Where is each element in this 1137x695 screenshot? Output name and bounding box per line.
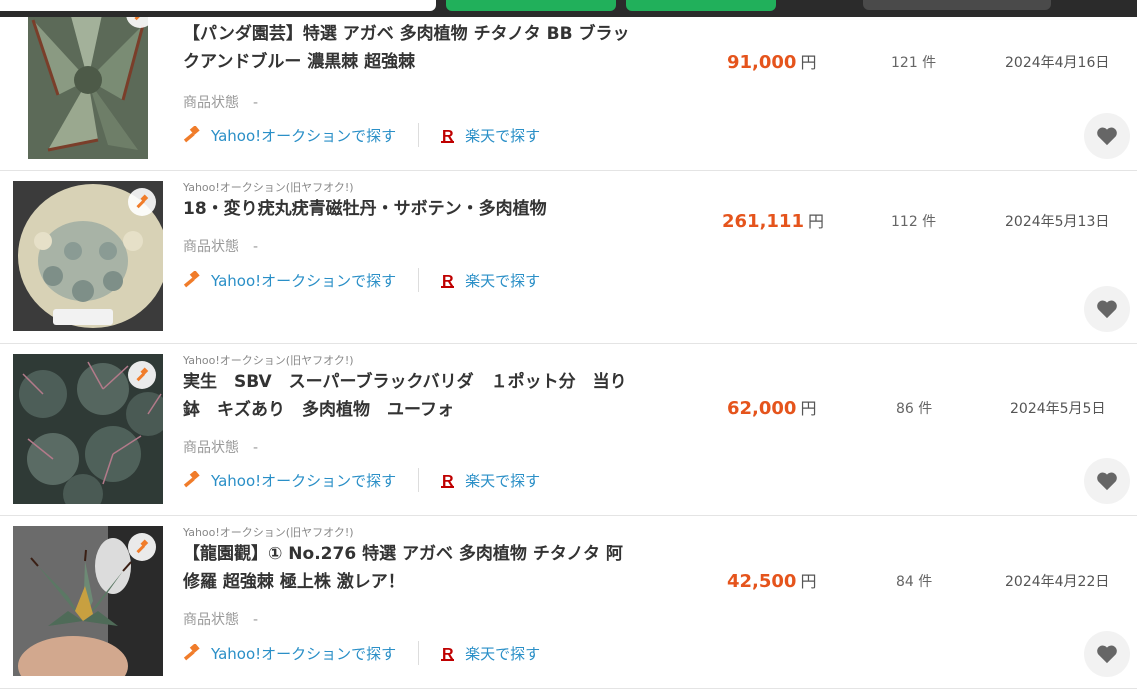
search-results-page: 【パンダ園芸】特選 アガベ 多肉植物 チタノタ BB ブラッ クアンドブルー 濃…	[0, 0, 1137, 695]
search-input[interactable]	[0, 0, 436, 11]
search-links: Yahoo!オークションで探す R 楽天で探す	[183, 123, 540, 147]
header-green-button-2[interactable]	[626, 0, 776, 11]
rakuten-search-link[interactable]: R 楽天で探す	[439, 470, 540, 491]
result-count: 121 件	[891, 55, 937, 71]
listing-date: 2024年5月13日	[1005, 214, 1110, 230]
link-divider	[418, 468, 420, 492]
rakuten-search-link[interactable]: R 楽天で探す	[439, 270, 540, 291]
link-divider	[418, 641, 420, 665]
favorite-button[interactable]	[1084, 458, 1130, 504]
result-count: 112 件	[891, 214, 937, 230]
product-title[interactable]: 【龍園觀】① No.276 特選 アガベ 多肉植物 チタノタ 阿 修羅 超強棘 …	[183, 540, 673, 596]
yahoo-auction-search-link[interactable]: Yahoo!オークションで探す	[183, 643, 396, 664]
yahoo-auction-search-link[interactable]: Yahoo!オークションで探す	[183, 270, 396, 291]
listing-date: 2024年5月5日	[1010, 401, 1106, 417]
product-condition: 商品状態 -	[183, 239, 259, 255]
auction-badge-icon	[128, 361, 156, 389]
yahoo-auction-search-link[interactable]: Yahoo!オークションで探す	[183, 470, 396, 491]
product-thumbnail[interactable]	[13, 526, 163, 676]
yahoo-auction-search-link[interactable]: Yahoo!オークションで探す	[183, 125, 396, 146]
product-condition: 商品状態 -	[183, 440, 259, 456]
top-header	[0, 0, 1137, 17]
product-thumbnail[interactable]	[28, 0, 148, 159]
gavel-icon	[183, 126, 203, 144]
favorite-button[interactable]	[1084, 286, 1130, 332]
heart-icon	[1097, 645, 1117, 664]
product-price: 261,111 円	[722, 211, 824, 232]
rakuten-r-icon: R	[439, 471, 457, 489]
product-condition: 商品状態 -	[183, 95, 259, 111]
favorite-button[interactable]	[1084, 631, 1130, 677]
result-count: 86 件	[896, 401, 933, 417]
link-divider	[418, 268, 420, 292]
auction-badge-icon	[128, 188, 156, 216]
gavel-icon	[183, 471, 203, 489]
listing-date: 2024年4月16日	[1005, 55, 1110, 71]
product-price: 42,500 円	[727, 571, 817, 592]
search-links: Yahoo!オークションで探す R 楽天で探す	[183, 641, 540, 665]
product-price: 91,000 円	[727, 52, 817, 73]
list-item: Yahoo!オークション(旧ヤフオク!) 【龍園觀】① No.276 特選 アガ…	[0, 516, 1137, 689]
heart-icon	[1097, 300, 1117, 319]
listing-date: 2024年4月22日	[1005, 574, 1110, 590]
heart-icon	[1097, 127, 1117, 146]
source-label: Yahoo!オークション(旧ヤフオク!)	[183, 526, 354, 539]
heart-icon	[1097, 472, 1117, 491]
product-price: 62,000 円	[727, 398, 817, 419]
source-label: Yahoo!オークション(旧ヤフオク!)	[183, 354, 354, 367]
product-title[interactable]: 18・変り疣丸疣青磁牡丹・サボテン・多肉植物	[183, 195, 673, 223]
product-thumbnail[interactable]	[13, 181, 163, 331]
rakuten-r-icon: R	[439, 644, 457, 662]
rakuten-r-icon: R	[439, 126, 457, 144]
header-search-field[interactable]	[863, 0, 1051, 10]
list-item: Yahoo!オークション(旧ヤフオク!) 18・変り疣丸疣青磁牡丹・サボテン・多…	[0, 171, 1137, 344]
source-label: Yahoo!オークション(旧ヤフオク!)	[183, 181, 354, 194]
search-links: Yahoo!オークションで探す R 楽天で探す	[183, 468, 540, 492]
product-title[interactable]: 【パンダ園芸】特選 アガベ 多肉植物 チタノタ BB ブラッ クアンドブルー 濃…	[183, 20, 673, 76]
link-divider	[418, 123, 420, 147]
auction-badge-icon	[128, 533, 156, 561]
gavel-icon	[183, 644, 203, 662]
gavel-icon	[183, 271, 203, 289]
header-green-button-1[interactable]	[446, 0, 616, 11]
favorite-button[interactable]	[1084, 113, 1130, 159]
rakuten-search-link[interactable]: R 楽天で探す	[439, 125, 540, 146]
result-count: 84 件	[896, 574, 933, 590]
list-item: Yahoo!オークション(旧ヤフオク!) 実生 SBV スーパーブラックバリダ …	[0, 344, 1137, 516]
list-item: 【パンダ園芸】特選 アガベ 多肉植物 チタノタ BB ブラッ クアンドブルー 濃…	[0, 0, 1137, 171]
rakuten-r-icon: R	[439, 271, 457, 289]
product-title[interactable]: 実生 SBV スーパーブラックバリダ １ポット分 当り 鉢 キズあり 多肉植物 …	[183, 368, 673, 424]
product-condition: 商品状態 -	[183, 612, 259, 628]
product-thumbnail[interactable]	[13, 354, 163, 504]
search-links: Yahoo!オークションで探す R 楽天で探す	[183, 268, 540, 292]
rakuten-search-link[interactable]: R 楽天で探す	[439, 643, 540, 664]
